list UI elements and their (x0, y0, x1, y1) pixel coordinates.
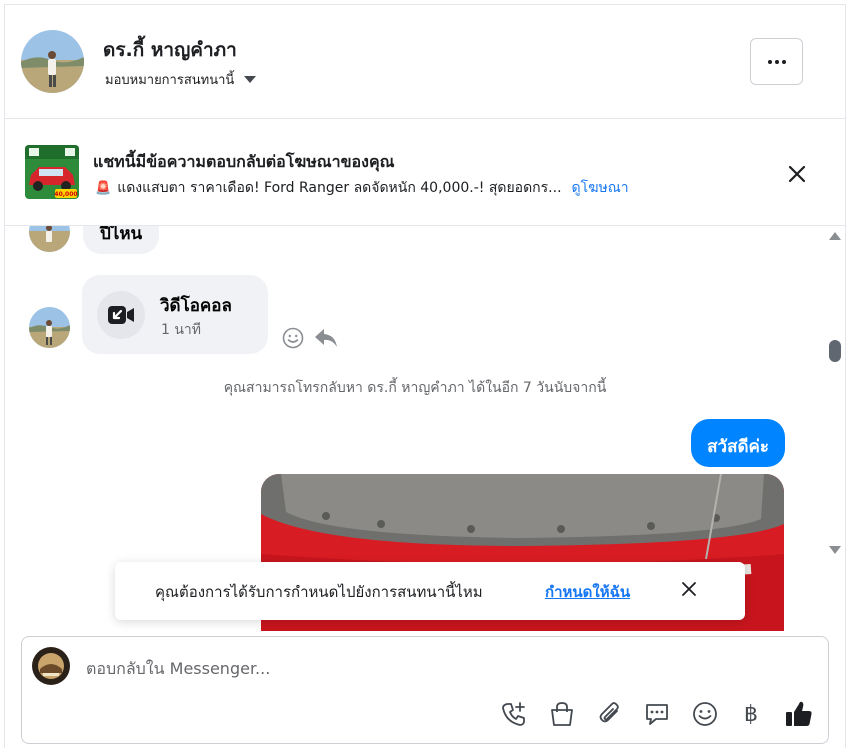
conversation-header: ดร.กี้ หาญคำภา มอบหมายการสนทนานี้ (5, 5, 845, 119)
sender-avatar[interactable] (29, 307, 70, 348)
call-duration: 1 นาที (161, 322, 202, 338)
emoji-button[interactable] (691, 700, 719, 728)
payment-button[interactable]: ฿ (737, 700, 765, 728)
call-button[interactable] (500, 700, 528, 728)
reply-input[interactable] (86, 659, 786, 678)
chat-bubble-icon (646, 704, 668, 725)
missed-video-call-icon (97, 291, 145, 339)
paperclip-icon (599, 702, 619, 723)
ad-banner-description: 🚨 แดงแสบตา ราคาเดือด! Ford Ranger ลดจัดห… (95, 177, 629, 199)
ad-thumb-price: 40,000 (54, 191, 77, 198)
contact-avatar[interactable] (21, 30, 84, 93)
assign-to-me-link[interactable]: กำหนดให้ฉัน (545, 580, 630, 604)
sender-avatar[interactable] (29, 226, 70, 252)
page-avatar (32, 647, 70, 685)
like-button[interactable] (785, 700, 813, 728)
more-dots-icon-3 (781, 59, 786, 64)
chevron-down-icon (244, 76, 257, 83)
phone-plus-icon (502, 702, 525, 726)
outgoing-message-bubble[interactable]: สวัสดีค่ะ (691, 419, 785, 467)
more-dots-icon (767, 59, 772, 64)
ad-thumbnail[interactable]: 40,000 (25, 145, 79, 199)
siren-icon: 🚨 (95, 180, 112, 196)
contact-name[interactable]: ดร.กี้ หาญคำภา (103, 35, 237, 65)
shopping-bag-icon (551, 702, 573, 726)
assign-prompt-text: คุณต้องการได้รับการกำหนดไปยังการสนทนานี้… (155, 583, 483, 601)
close-icon (788, 165, 806, 183)
ad-description-text: แดงแสบตา ราคาเดือด! Ford Ranger ลดจัดหนั… (117, 180, 562, 196)
incoming-message-bubble[interactable]: ปีไหน (83, 226, 160, 254)
message-scrollbar[interactable] (826, 226, 844, 566)
view-ad-link[interactable]: ดูโฆษณา (572, 177, 629, 199)
attach-button[interactable] (596, 700, 624, 728)
callback-notice: คุณสามารถโทรกลับหา ดร.กี้ หาญคำภา ได้ในอ… (223, 380, 607, 396)
emoji-icon (693, 702, 717, 726)
video-call-bubble[interactable]: วิดีโอคอล 1 นาที (82, 275, 268, 354)
thumbs-up-icon (786, 701, 812, 726)
saved-replies-button[interactable] (643, 700, 671, 728)
scroll-up-arrow-icon[interactable] (829, 232, 841, 240)
close-banner-button[interactable] (783, 160, 811, 188)
assign-prompt-toast: คุณต้องการได้รับการกำหนดไปยังการสนทนานี้… (115, 562, 745, 620)
assign-label: มอบหมายการสนทนานี้ (105, 73, 235, 88)
more-options-button[interactable] (750, 38, 803, 85)
scroll-down-arrow-icon[interactable] (829, 546, 841, 554)
ad-reply-banner: 40,000 แชทนี้มีข้อความตอบกลับต่อโฆษณาของ… (5, 120, 845, 226)
reply-icon[interactable] (314, 327, 338, 349)
ad-banner-title: แชทนี้มีข้อความตอบกลับต่อโฆษณาของคุณ (93, 152, 395, 171)
react-icon[interactable] (282, 327, 304, 349)
call-type-label: วิดีโอคอล (160, 296, 232, 316)
scrollbar-thumb[interactable] (829, 340, 841, 362)
baht-icon: ฿ (744, 701, 758, 727)
more-dots-icon-2 (774, 59, 779, 64)
shop-button[interactable] (548, 700, 576, 728)
assign-conversation-dropdown[interactable]: มอบหมายการสนทนานี้ (105, 69, 257, 90)
message-composer: ฿ (21, 636, 829, 744)
close-icon (682, 582, 696, 596)
dismiss-toast-button[interactable] (678, 578, 700, 600)
